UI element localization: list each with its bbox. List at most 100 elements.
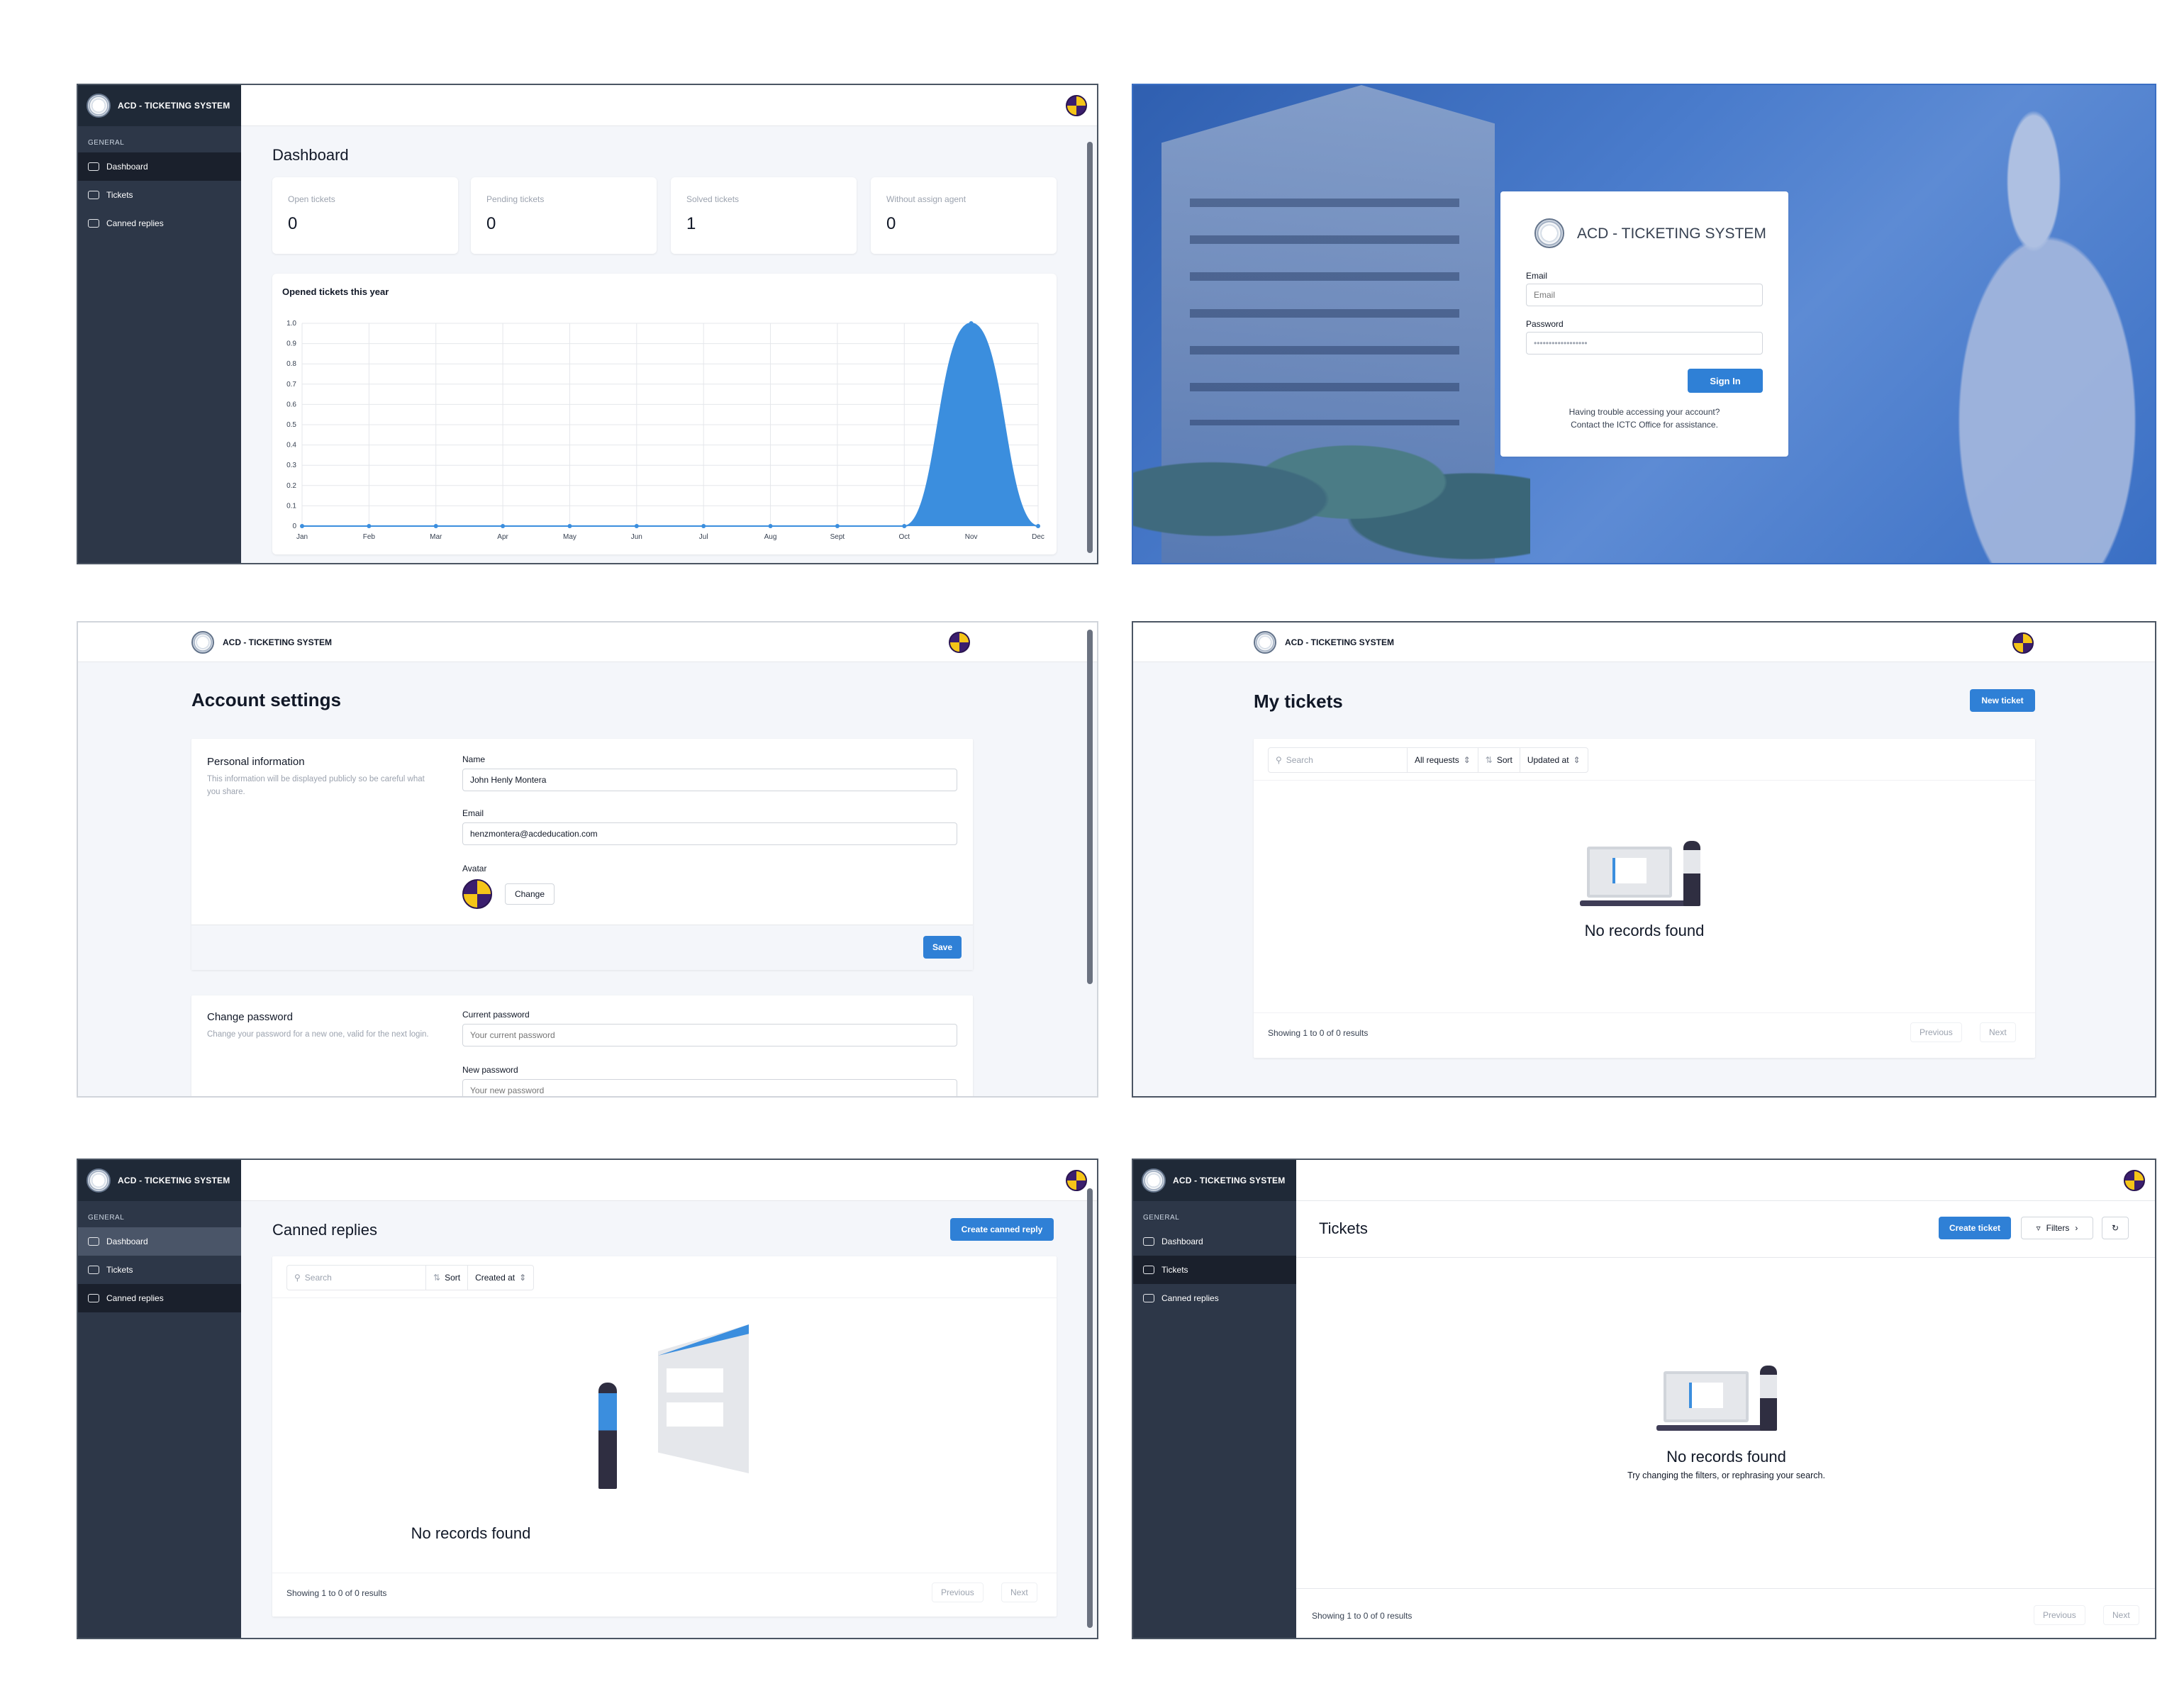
previous-button[interactable]: Previous	[2034, 1605, 2085, 1625]
password-field[interactable]: ••••••••••••••••••	[1526, 332, 1763, 355]
sidebar-item-canned-replies[interactable]: Canned replies	[78, 209, 241, 238]
user-avatar[interactable]	[2012, 632, 2034, 654]
personal-info-card: Personal information This information wi…	[191, 739, 973, 970]
name-label: Name	[462, 754, 486, 764]
filters-button[interactable]: ▿ Filters ›	[2021, 1217, 2093, 1239]
user-avatar[interactable]	[2124, 1170, 2145, 1191]
help-text-2: Contact the ICTC Office for assistance.	[1571, 420, 1718, 430]
page-title: Canned replies	[272, 1221, 377, 1239]
empty-illustration	[1656, 1366, 1791, 1436]
tickets-card: ⚲ Search All requests ⇕ ⇅ Sort Updated at ⇕ …	[1254, 739, 2035, 1058]
sidebar-section-label: GENERAL	[88, 139, 125, 147]
login-panel: ACD - TICKETING SYSTEM Email Password ••…	[1132, 84, 2156, 564]
x-tick-label: Jul	[699, 533, 708, 541]
dashboard-icon	[1143, 1237, 1154, 1246]
sort-field-select[interactable]: Updated at ⇕	[1520, 748, 1588, 772]
sort-button[interactable]: ⇅ Sort	[426, 1266, 469, 1290]
current-password-field[interactable]	[462, 1024, 957, 1046]
app-name: ACD - TICKETING SYSTEM	[1173, 1176, 1286, 1185]
email-field[interactable]: henzmontera@acdeducation.com	[462, 822, 957, 845]
scrollbar[interactable]	[1087, 1188, 1093, 1628]
empty-state-title: No records found	[1584, 922, 1705, 939]
stat-value: 1	[686, 214, 696, 233]
tickets-panel: ACD - TICKETING SYSTEM GENERAL Dashboard…	[1132, 1159, 2156, 1639]
sidebar-item-tickets[interactable]: Tickets	[78, 181, 241, 209]
next-button[interactable]: Next	[1001, 1583, 1037, 1602]
browser-card-2	[667, 1402, 723, 1427]
laptop-content	[1689, 1383, 1723, 1408]
scrollbar[interactable]	[1087, 630, 1093, 984]
new-ticket-button[interactable]: New ticket	[1970, 689, 2035, 712]
refresh-button[interactable]: ↻	[2102, 1217, 2129, 1239]
sidebar-brand[interactable]: ACD - TICKETING SYSTEM	[1133, 1160, 1296, 1201]
sidebar-brand[interactable]: ACD - TICKETING SYSTEM	[78, 85, 241, 126]
change-avatar-button[interactable]: Change	[505, 883, 555, 905]
toolbar-divider	[1254, 780, 2035, 781]
sidebar: ACD - TICKETING SYSTEM GENERAL Dashboard…	[1133, 1160, 1296, 1638]
sort-field-label: Created at	[475, 1273, 516, 1283]
list-toolbar: ⚲ Search ⇅ Sort Created at ⇕	[286, 1265, 535, 1290]
data-point	[367, 524, 372, 528]
next-button[interactable]: Next	[1980, 1022, 2016, 1042]
new-password-label: New password	[462, 1065, 518, 1075]
sidebar-item-canned-replies[interactable]: Canned replies	[1133, 1284, 1296, 1312]
sign-in-button[interactable]: Sign In	[1688, 369, 1763, 393]
user-avatar[interactable]	[949, 632, 970, 653]
empty-illustration	[1580, 841, 1715, 912]
search-box[interactable]: ⚲ Search	[1269, 748, 1408, 772]
filter-label: All requests	[1415, 755, 1459, 765]
topbar: ACD - TICKETING SYSTEM	[1133, 623, 2155, 662]
person-figure	[1683, 841, 1700, 906]
x-tick-label: Feb	[363, 533, 376, 541]
topbar	[241, 1160, 1097, 1201]
user-avatar[interactable]	[1066, 95, 1087, 116]
search-box[interactable]: ⚲ Search	[287, 1266, 426, 1290]
section-title: Personal information	[207, 756, 305, 768]
laptop-content	[1612, 858, 1647, 883]
email-field[interactable]	[1526, 284, 1763, 306]
sort-button[interactable]: ⇅ Sort	[1478, 748, 1520, 772]
page-title: Tickets	[1319, 1219, 1368, 1237]
sidebar-item-canned-replies[interactable]: Canned replies	[78, 1284, 241, 1312]
y-tick-label: 0.8	[286, 360, 296, 368]
filters-label: Filters	[2046, 1223, 2070, 1233]
sidebar-item-dashboard[interactable]: Dashboard	[1133, 1227, 1296, 1256]
email-label: Email	[1526, 271, 1548, 281]
results-count: Showing 1 to 0 of 0 results	[1268, 1028, 1369, 1038]
scrollbar[interactable]	[1087, 142, 1093, 553]
school-logo	[1254, 631, 1276, 654]
save-button[interactable]: Save	[923, 936, 962, 959]
stat-label: Pending tickets	[486, 194, 545, 204]
account-panel: ACD - TICKETING SYSTEM Account settings …	[77, 621, 1098, 1098]
sort-field-select[interactable]: Created at ⇕	[468, 1266, 533, 1290]
app-name: ACD - TICKETING SYSTEM	[1285, 637, 1395, 647]
footer-divider	[1296, 1588, 2155, 1589]
create-ticket-button[interactable]: Create ticket	[1939, 1217, 2011, 1239]
empty-state-title: No records found	[1666, 1448, 1786, 1466]
laptop-base	[1580, 900, 1686, 906]
sidebar-item-dashboard[interactable]: Dashboard	[78, 1227, 241, 1256]
sidebar-brand[interactable]: ACD - TICKETING SYSTEM	[78, 1160, 241, 1201]
sidebar-item-label: Dashboard	[106, 1237, 148, 1246]
user-avatar[interactable]	[1066, 1170, 1087, 1191]
previous-button[interactable]: Previous	[1910, 1022, 1962, 1042]
help-text-1: Having trouble accessing your account?	[1569, 407, 1720, 417]
page-title: My tickets	[1254, 691, 1343, 712]
sidebar-item-tickets[interactable]: Tickets	[1133, 1256, 1296, 1284]
y-tick-label: 0.9	[286, 340, 296, 348]
name-field[interactable]: John Henly Montera	[462, 769, 957, 791]
x-tick-label: Dec	[1032, 533, 1044, 541]
request-filter-select[interactable]: All requests ⇕	[1408, 748, 1478, 772]
x-tick-label: Sept	[830, 533, 845, 541]
stat-card-solved: Solved tickets 1	[671, 177, 857, 254]
sidebar-item-label: Canned replies	[1161, 1293, 1219, 1303]
create-canned-reply-button[interactable]: Create canned reply	[950, 1218, 1054, 1241]
new-password-field[interactable]	[462, 1079, 957, 1096]
y-tick-label: 1.0	[286, 320, 296, 328]
x-tick-label: Apr	[497, 533, 508, 541]
sidebar-item-tickets[interactable]: Tickets	[78, 1256, 241, 1284]
previous-button[interactable]: Previous	[932, 1583, 984, 1602]
sidebar-item-dashboard[interactable]: Dashboard	[78, 152, 241, 181]
inbox-icon	[88, 191, 99, 199]
next-button[interactable]: Next	[2103, 1605, 2139, 1625]
